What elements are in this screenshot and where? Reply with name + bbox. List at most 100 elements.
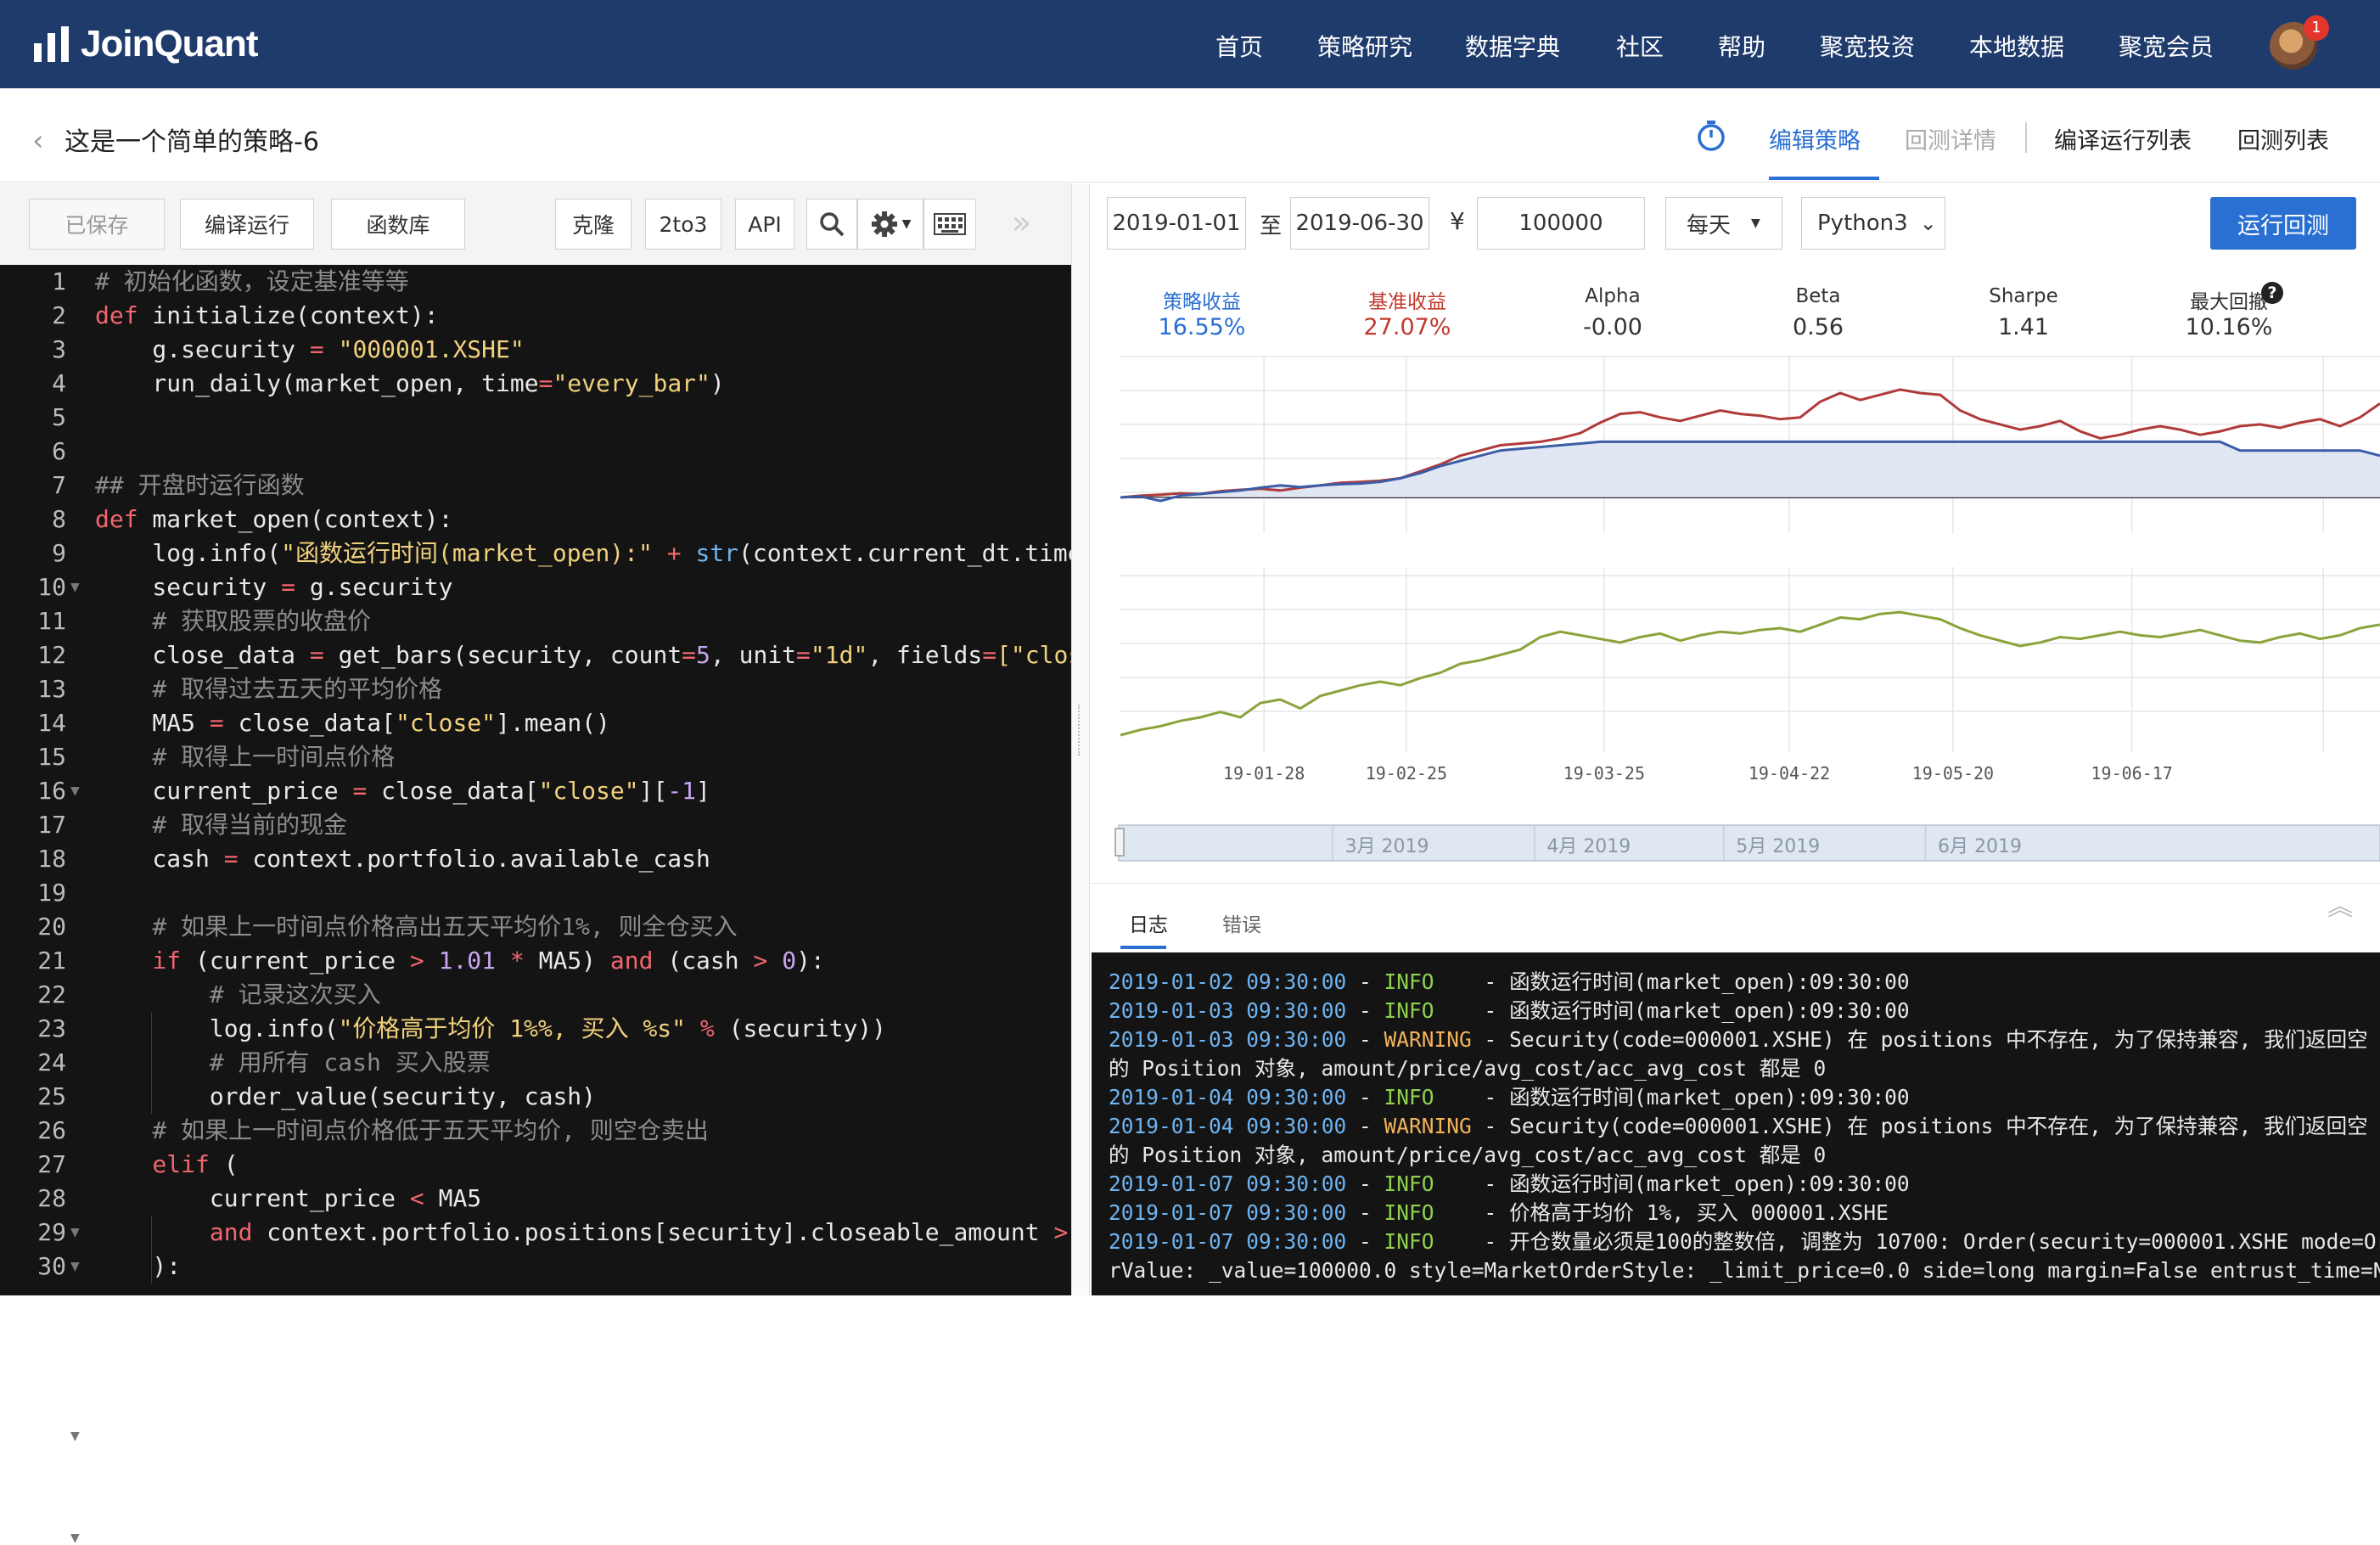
nav-item-invest[interactable]: 聚宽投资 <box>1820 29 1915 63</box>
code-line: def initialize(context): <box>95 301 439 329</box>
x-tick-label: 19-04-22 <box>1749 763 1830 784</box>
code-line: log.info("价格高于均价 1%%, 买入 %s" % (security… <box>95 1014 887 1042</box>
run-backtest-button[interactable]: 运行回测 <box>2210 197 2356 250</box>
caret-down-icon: ▼ <box>901 217 912 231</box>
code-line: # 初始化函数，设定基准等等 <box>95 267 409 295</box>
stat-label-beta: Beta <box>1795 285 1841 307</box>
stat-label-sharpe: Sharpe <box>1989 285 2058 307</box>
gear-icon <box>871 211 897 237</box>
stat-label-strategy-return: 策略收益 <box>1163 291 1241 313</box>
tab-backtest-detail[interactable]: 回测详情 <box>1905 122 1996 155</box>
daily-indicator-line <box>1120 610 2380 737</box>
code-line: log.info("函数运行时间(market_open):" + str(co… <box>95 539 1071 567</box>
code-line: def market_open(context): <box>95 505 453 533</box>
collapse-up-icon[interactable]: ︽ <box>2327 895 2353 920</box>
nav-item-home[interactable]: 首页 <box>1215 29 1263 63</box>
clone-button[interactable]: 克隆 <box>555 199 631 250</box>
log-line: 2019-01-04 09:30:00 - WARNING - Security… <box>1109 1114 2368 1138</box>
code-line: and context.portfolio.positions[security… <box>95 1218 1069 1246</box>
python-version-select[interactable]: Python3 ⌄ <box>1801 197 1945 250</box>
function-library-button[interactable]: 函数库 <box>331 199 465 250</box>
code-line: # 取得过去五天的平均价格 <box>95 675 443 703</box>
initial-capital-input[interactable]: 100000 <box>1477 197 1645 250</box>
stat-value-sharpe: 1.41 <box>1997 314 2050 340</box>
log-line: 的 Position 对象, amount/price/avg_cost/acc… <box>1109 1056 1827 1081</box>
saved-button[interactable]: 已保存 <box>29 199 165 250</box>
search-icon <box>820 212 845 237</box>
brand-logo[interactable]: JoinQuant <box>34 20 259 68</box>
strategy-area-fill <box>1120 441 2380 502</box>
keyboard-button[interactable] <box>923 199 976 250</box>
tab-compile-run-list[interactable]: 编译运行列表 <box>2054 122 2192 155</box>
code-line: ## 开盘时运行函数 <box>95 471 305 499</box>
date-range-separator: 至 <box>1260 214 1283 239</box>
navigator-handle <box>1114 828 1125 857</box>
timer-icon[interactable] <box>1694 119 1728 153</box>
code-line: current_price = close_data["close"][-1] <box>95 777 710 805</box>
api-button[interactable]: API <box>735 199 794 250</box>
code-line: # 记录这次买入 <box>95 980 381 1008</box>
nav-item-local-data[interactable]: 本地数据 <box>1969 29 2064 63</box>
search-button[interactable] <box>806 199 857 250</box>
log-line: 2019-01-02 09:30:00 - INFO - 函数运行时间(mark… <box>1109 969 1910 994</box>
stat-label-benchmark-return: 基准收益 <box>1368 291 1446 313</box>
nav-item-membership[interactable]: 聚宽会员 <box>2119 29 2214 63</box>
stat-label-max-drawdown: 最大回撤 <box>2190 291 2268 313</box>
strategy-header <box>0 88 2380 183</box>
code-line: g.security = "000001.XSHE" <box>95 335 525 363</box>
log-line: 2019-01-04 09:30:00 - INFO - 函数运行时间(mark… <box>1109 1085 1910 1110</box>
settings-button[interactable]: ▼ <box>857 199 923 250</box>
notification-badge[interactable]: 1 <box>2304 15 2329 41</box>
code-line: order_value(security, cash) <box>95 1082 597 1110</box>
fold-arrow-icon[interactable]: ▼ <box>70 1430 80 1443</box>
fold-arrow-icon[interactable]: ▼ <box>70 1531 80 1545</box>
navigator-label: 6月 2019 <box>1938 836 2022 857</box>
backtest-chart[interactable]: 19-01-28 19-02-25 19-03-25 19-04-22 19-05-20… <box>1103 348 2380 866</box>
nav-item-data-dictionary[interactable]: 数据字典 <box>1465 29 1560 63</box>
splitter-grip-icon[interactable] <box>1078 705 1085 756</box>
nav-item-community[interactable]: 社区 <box>1616 29 1664 63</box>
code-lines: # 初始化函数，设定基准等等 def initialize(context): … <box>0 265 1071 1295</box>
active-tab-indicator <box>1769 177 1879 180</box>
back-chevron-icon[interactable]: ‹ <box>32 124 44 158</box>
code-line: if (current_price > 1.01 * MA5) and (cas… <box>95 947 825 975</box>
x-tick-label: 19-05-20 <box>1912 763 1994 784</box>
navigator-label: 4月 2019 <box>1546 836 1631 857</box>
code-line: # 取得上一时间点价格 <box>95 743 396 771</box>
x-tick-label: 19-06-17 <box>2091 763 2172 784</box>
compile-run-button[interactable]: 编译运行 <box>180 199 314 250</box>
help-icon[interactable]: ? <box>2261 282 2283 304</box>
log-line: rValue: _value=100000.0 style=MarketOrde… <box>1109 1258 2380 1283</box>
code-line: elif ( <box>95 1150 239 1178</box>
frequency-select[interactable]: 每天 ▼ <box>1665 197 1782 250</box>
nav-item-research[interactable]: 策略研究 <box>1317 29 1412 63</box>
code-line: cash = context.portfolio.available_cash <box>95 845 710 873</box>
2to3-button[interactable]: 2to3 <box>645 199 721 250</box>
tab-log[interactable]: 日志 <box>1129 908 1168 937</box>
start-date-input[interactable]: 2019-01-01 <box>1107 197 1246 250</box>
stat-value-beta: 0.56 <box>1792 314 1844 340</box>
code-line: run_daily(market_open, time="every_bar") <box>95 369 725 397</box>
code-line: # 如果上一时间点价格高出五天平均价1%, 则全仓买入 <box>95 913 738 941</box>
log-tab-bar <box>1092 883 2380 953</box>
chevron-down-icon: ⌄ <box>1919 211 1937 235</box>
tab-backtest-list[interactable]: 回测列表 <box>2237 122 2329 155</box>
logo-icon <box>34 26 69 62</box>
tab-divider <box>2025 122 2027 153</box>
tab-errors[interactable]: 错误 <box>1222 908 1261 937</box>
log-line: 2019-01-07 09:30:00 - INFO - 开仓数量必须是100的… <box>1109 1229 2380 1254</box>
tab-edit-strategy[interactable]: 编辑策略 <box>1769 122 1861 155</box>
code-line: # 用所有 cash 买入股票 <box>95 1048 491 1076</box>
x-tick-label: 19-02-25 <box>1366 763 1447 784</box>
end-date-input[interactable]: 2019-06-30 <box>1290 197 1429 250</box>
log-line: 2019-01-03 09:30:00 - WARNING - Security… <box>1109 1027 2368 1052</box>
frequency-value: 每天 <box>1687 212 1732 239</box>
collapse-panel-icon[interactable]: » <box>1012 204 1031 241</box>
stat-value-alpha: -0.00 <box>1583 314 1642 340</box>
code-line: MA5 = close_data["close"].mean() <box>95 709 610 737</box>
log-line: 的 Position 对象, amount/price/avg_cost/acc… <box>1109 1143 1827 1167</box>
nav-item-help[interactable]: 帮助 <box>1718 29 1765 63</box>
stat-label-alpha: Alpha <box>1585 285 1641 307</box>
log-line: 2019-01-03 09:30:00 - INFO - 函数运行时间(mark… <box>1109 998 1910 1023</box>
log-line: 2019-01-07 09:30:00 - INFO - 函数运行时间(mark… <box>1109 1171 1910 1196</box>
